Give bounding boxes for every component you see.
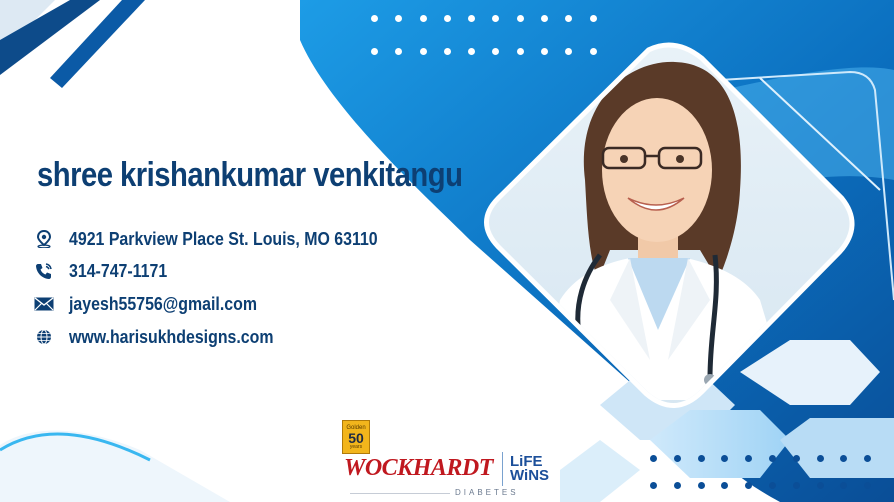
website-row: www.harisukhdesigns.com bbox=[34, 325, 307, 349]
website-text: www.harisukhdesigns.com bbox=[69, 326, 274, 347]
dot-grid bbox=[371, 15, 597, 55]
logo-divider bbox=[502, 452, 503, 486]
badge-bottom-text: years bbox=[349, 443, 363, 450]
email-row: jayesh55756@gmail.com bbox=[34, 292, 288, 316]
logo-underline bbox=[350, 493, 450, 494]
location-pin-icon bbox=[34, 229, 54, 249]
address-text: 4921 Parkview Place St. Louis, MO 63110 bbox=[69, 228, 378, 249]
bottom-sweep bbox=[0, 430, 230, 502]
envelope-icon bbox=[34, 294, 54, 314]
life-wins-logo: LiFE WiNS bbox=[510, 454, 550, 485]
person-name: shree krishankumar venkitangu bbox=[37, 156, 463, 194]
background-shapes bbox=[0, 0, 894, 502]
dot-grid bbox=[650, 455, 872, 489]
golden-50-years-badge: Golden 50 years bbox=[342, 420, 370, 454]
address-row: 4921 Parkview Place St. Louis, MO 63110 bbox=[34, 227, 428, 251]
life-wins-line2: WiNS bbox=[510, 467, 550, 485]
globe-icon bbox=[34, 327, 54, 347]
phone-icon bbox=[34, 261, 54, 281]
email-text: jayesh55756@gmail.com bbox=[69, 293, 257, 314]
phone-row: 314-747-1171 bbox=[34, 259, 183, 283]
wockhardt-logo: WOCKHARDT bbox=[344, 455, 493, 481]
diabetes-label: DIABETES bbox=[455, 488, 519, 497]
phone-text: 314-747-1171 bbox=[69, 260, 168, 281]
hex-tile bbox=[560, 440, 640, 502]
business-card: shree krishankumar venkitangu 4921 Parkv… bbox=[0, 0, 894, 502]
badge-number: 50 bbox=[348, 429, 364, 446]
